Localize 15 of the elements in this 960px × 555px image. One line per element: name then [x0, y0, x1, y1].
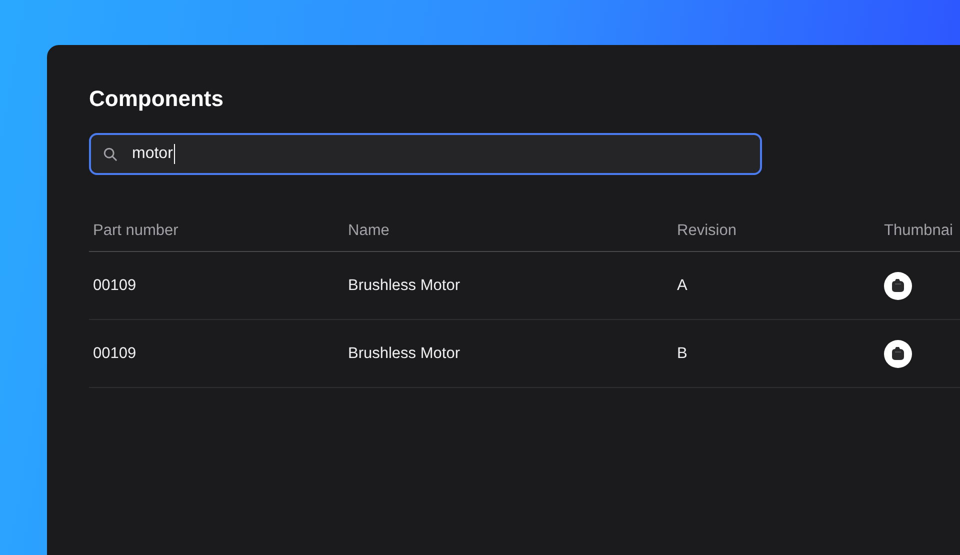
column-header[interactable]: Part number [89, 222, 344, 240]
table-cell-text: B [676, 344, 688, 362]
column-header[interactable]: Revision [673, 222, 880, 240]
page-title: Components [89, 87, 224, 111]
search-field[interactable]: motor [89, 133, 762, 175]
motor-thumbnail-icon [884, 272, 912, 300]
table-cell-text: 00109 [92, 276, 138, 294]
table-cell-text: A [676, 276, 688, 294]
column-header[interactable]: Thumbnai [880, 222, 960, 240]
column-header[interactable]: Name [344, 222, 673, 240]
table-cell-text: 00109 [92, 344, 138, 362]
search-icon [103, 146, 118, 162]
table-cell-text: Brushless Motor [347, 344, 461, 362]
motor-thumbnail-icon [884, 340, 912, 368]
table-cell-text: Brushless Motor [347, 276, 461, 294]
